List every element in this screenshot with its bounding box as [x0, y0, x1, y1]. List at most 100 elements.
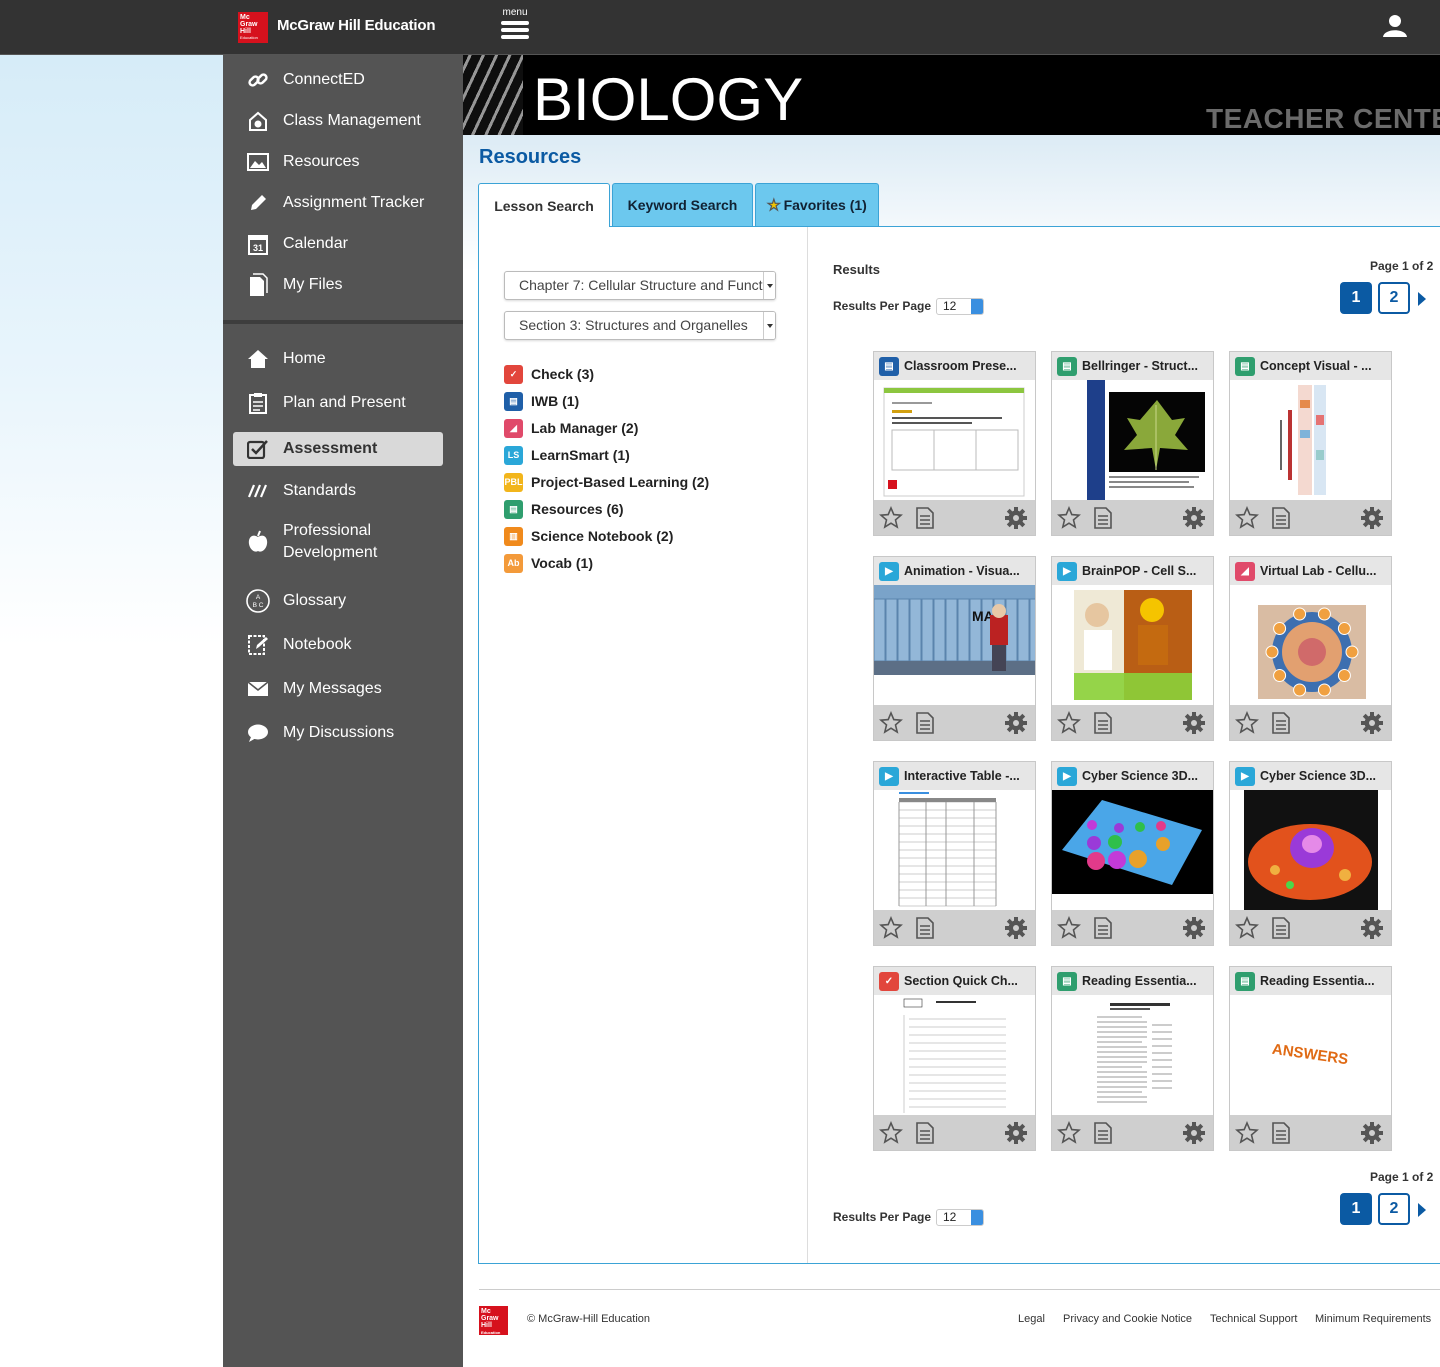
menu-button[interactable]: menu [498, 8, 532, 44]
favorite-star-icon[interactable] [1235, 710, 1259, 740]
category-learnsmart[interactable]: LS LearnSmart (1) [504, 445, 630, 465]
category-resources[interactable]: ▤ Resources (6) [504, 499, 624, 519]
favorite-star-icon[interactable] [1235, 1120, 1259, 1150]
sidebar-item-connected[interactable]: ConnectED [233, 63, 443, 97]
gear-icon[interactable] [1182, 506, 1206, 535]
resource-card-header[interactable]: ▤ Bellringer - Struct... [1052, 352, 1213, 380]
chapter-select[interactable]: Chapter 7: Cellular Structure and Functi… [504, 271, 776, 300]
document-icon[interactable] [1094, 1122, 1112, 1149]
document-icon[interactable] [1094, 917, 1112, 944]
gear-icon[interactable] [1360, 711, 1384, 740]
resource-thumbnail[interactable] [1230, 380, 1391, 500]
resource-card-header[interactable]: ◢ Virtual Lab - Cellu... [1230, 557, 1391, 585]
sidebar-item-my-discussions[interactable]: My Discussions [233, 716, 443, 750]
category-iwb[interactable]: ▤ IWB (1) [504, 391, 579, 411]
resource-card[interactable]: ▤ Classroom Prese... [873, 351, 1036, 536]
results-per-page-select-bottom[interactable]: 12 [936, 1209, 984, 1226]
resource-thumbnail[interactable] [1230, 790, 1391, 910]
resource-thumbnail[interactable] [874, 380, 1035, 500]
resource-card[interactable]: ▤ Reading Essentia... ANSWERS [1229, 966, 1392, 1151]
gear-icon[interactable] [1360, 506, 1384, 535]
resource-card[interactable]: ▤ Reading Essentia... [1051, 966, 1214, 1151]
resource-card[interactable]: ✓ Section Quick Ch... [873, 966, 1036, 1151]
tab-favorites[interactable]: ★ Favorites (1) [755, 183, 879, 226]
page-1-button[interactable]: 1 [1340, 282, 1372, 314]
page-1-button-bottom[interactable]: 1 [1340, 1193, 1372, 1225]
gear-icon[interactable] [1182, 1121, 1206, 1150]
gear-icon[interactable] [1182, 711, 1206, 740]
category-check[interactable]: ✓ Check (3) [504, 364, 594, 384]
resource-card[interactable]: ▤ Concept Visual - ... [1229, 351, 1392, 536]
favorite-star-icon[interactable] [1057, 710, 1081, 740]
document-icon[interactable] [916, 917, 934, 944]
resource-card-header[interactable]: ▤ Concept Visual - ... [1230, 352, 1391, 380]
footer-link-legal[interactable]: Legal [1018, 1313, 1045, 1325]
sidebar-item-assignment-tracker[interactable]: Assignment Tracker [233, 186, 443, 220]
document-icon[interactable] [1272, 917, 1290, 944]
gear-icon[interactable] [1360, 916, 1384, 945]
resource-card-header[interactable]: ▤ Reading Essentia... [1052, 967, 1213, 995]
resource-card-header[interactable]: ▶ Interactive Table -... [874, 762, 1035, 790]
resource-thumbnail[interactable] [1230, 585, 1391, 705]
resource-thumbnail[interactable] [1052, 790, 1213, 910]
tab-lesson-search[interactable]: Lesson Search [478, 183, 610, 227]
resource-thumbnail[interactable] [1052, 995, 1213, 1115]
sidebar-item-my-messages[interactable]: My Messages [233, 672, 443, 706]
document-icon[interactable] [1094, 507, 1112, 534]
resource-thumbnail[interactable] [874, 790, 1035, 910]
next-page-icon[interactable] [1418, 292, 1426, 306]
resource-thumbnail[interactable] [1052, 585, 1213, 705]
page-2-button-bottom[interactable]: 2 [1378, 1193, 1410, 1225]
category-vocab[interactable]: Ab Vocab (1) [504, 553, 593, 573]
favorite-star-icon[interactable] [1235, 915, 1259, 945]
next-page-icon[interactable] [1418, 1203, 1426, 1217]
user-icon[interactable] [1382, 14, 1408, 38]
sidebar-item-professional-development[interactable]: Professional Development [233, 518, 443, 566]
category-science-notebook[interactable]: ▥ Science Notebook (2) [504, 526, 673, 546]
gear-icon[interactable] [1360, 1121, 1384, 1150]
favorite-star-icon[interactable] [879, 505, 903, 535]
resource-card[interactable]: ▶ Interactive Table -... [873, 761, 1036, 946]
gear-icon[interactable] [1182, 916, 1206, 945]
sidebar-item-calendar[interactable]: 31 Calendar [233, 227, 443, 261]
favorite-star-icon[interactable] [879, 1120, 903, 1150]
resource-thumbnail[interactable]: MAX [874, 585, 1035, 705]
resource-card-header[interactable]: ▤ Reading Essentia... [1230, 967, 1391, 995]
document-icon[interactable] [1272, 712, 1290, 739]
resource-thumbnail[interactable] [874, 995, 1035, 1115]
resource-card-header[interactable]: ▶ Cyber Science 3D... [1230, 762, 1391, 790]
sidebar-item-my-files[interactable]: My Files [233, 268, 443, 302]
footer-link-requirements[interactable]: Minimum Requirements [1315, 1313, 1431, 1325]
favorite-star-icon[interactable] [1057, 915, 1081, 945]
resource-card[interactable]: ▶ Animation - Visua... MAX [873, 556, 1036, 741]
section-select[interactable]: Section 3: Structures and Organelles [504, 311, 776, 340]
mcgraw-hill-logo[interactable]: Mc Graw Hill Education [238, 12, 268, 43]
category-lab-manager[interactable]: ◢ Lab Manager (2) [504, 418, 638, 438]
resource-card-header[interactable]: ▶ Animation - Visua... [874, 557, 1035, 585]
document-icon[interactable] [1272, 1122, 1290, 1149]
resource-card-header[interactable]: ✓ Section Quick Ch... [874, 967, 1035, 995]
favorite-star-icon[interactable] [879, 915, 903, 945]
sidebar-item-standards[interactable]: Standards [233, 474, 443, 508]
tab-keyword-search[interactable]: Keyword Search [612, 183, 753, 226]
sidebar-item-resources[interactable]: Resources [233, 145, 443, 179]
sidebar-item-home[interactable]: Home [233, 342, 443, 376]
page-2-button[interactable]: 2 [1378, 282, 1410, 314]
gear-icon[interactable] [1004, 711, 1028, 740]
resource-thumbnail[interactable]: ANSWERS [1230, 995, 1391, 1115]
favorite-star-icon[interactable] [1057, 505, 1081, 535]
document-icon[interactable] [1272, 507, 1290, 534]
document-icon[interactable] [1094, 712, 1112, 739]
sidebar-item-notebook[interactable]: Notebook [233, 628, 443, 662]
favorite-star-icon[interactable] [879, 710, 903, 740]
gear-icon[interactable] [1004, 1121, 1028, 1150]
resource-card-header[interactable]: ▤ Classroom Prese... [874, 352, 1035, 380]
resource-card-header[interactable]: ▶ Cyber Science 3D... [1052, 762, 1213, 790]
sidebar-item-plan-and-present[interactable]: Plan and Present [233, 386, 443, 420]
document-icon[interactable] [916, 507, 934, 534]
gear-icon[interactable] [1004, 506, 1028, 535]
sidebar-item-glossary[interactable]: AB C Glossary [233, 584, 443, 618]
resource-card-header[interactable]: ▶ BrainPOP - Cell S... [1052, 557, 1213, 585]
document-icon[interactable] [916, 1122, 934, 1149]
results-per-page-select[interactable]: 12 [936, 298, 984, 315]
